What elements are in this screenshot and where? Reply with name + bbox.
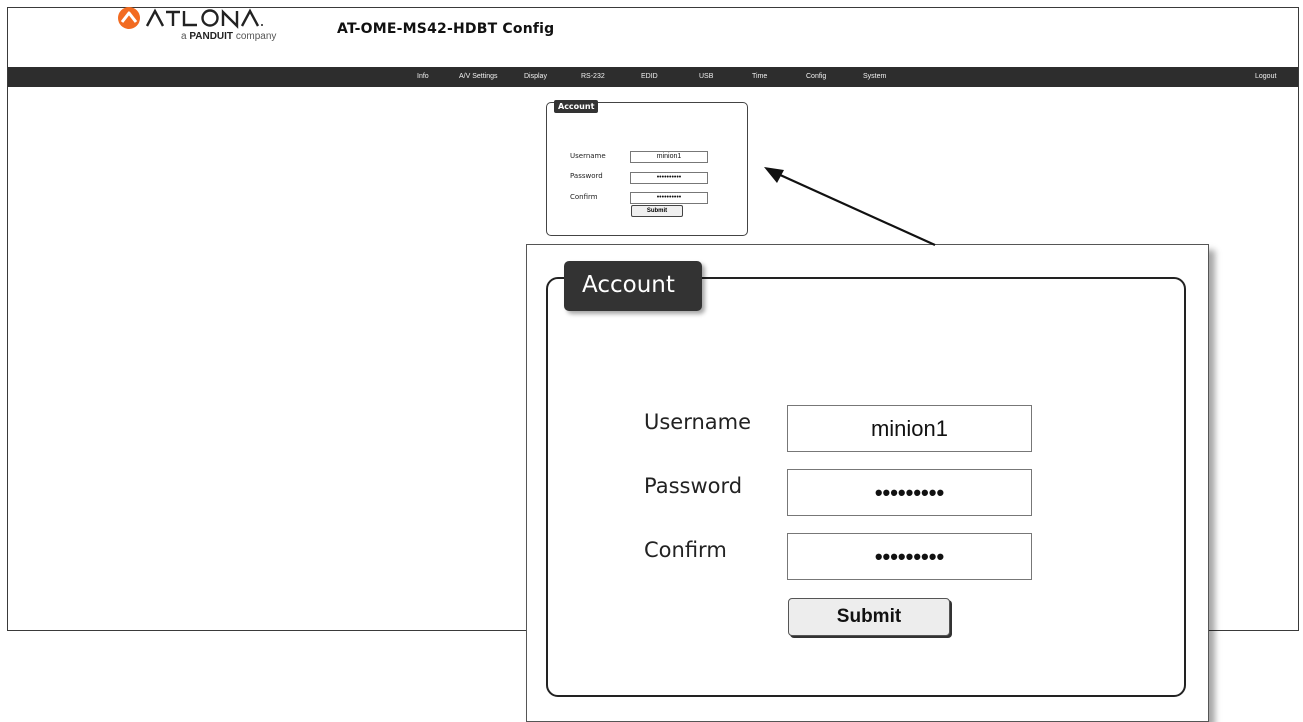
logo-tagline: a PANDUIT company [181, 31, 276, 42]
confirm-password-input[interactable]: •••••••••• [630, 192, 708, 204]
zoom-confirm-label: Confirm [644, 538, 727, 562]
nav-item-usb[interactable]: USB [699, 67, 713, 87]
page-title: AT-OME-MS42-HDBT Config [337, 21, 555, 37]
tagline-suffix: company [235, 31, 277, 42]
nav-item-config[interactable]: Config [806, 67, 826, 87]
zoom-account-legend: Account [564, 261, 702, 311]
zoom-password-input[interactable]: ••••••••• [787, 469, 1032, 516]
nav-item-rs232[interactable]: RS-232 [581, 67, 605, 87]
username-label: Username [570, 152, 606, 160]
password-input[interactable]: •••••••••• [630, 172, 708, 184]
submit-button[interactable]: Submit [631, 205, 683, 217]
atlona-logo: a PANDUIT company [117, 6, 287, 46]
zoom-password-label: Password [644, 474, 743, 498]
zoom-username-label: Username [644, 410, 752, 434]
tagline-brand: PANDUIT [189, 31, 234, 42]
nav-item-system[interactable]: System [863, 67, 886, 87]
top-nav-bar: Info A/V Settings Display RS-232 EDID US… [8, 67, 1298, 87]
password-label: Password [570, 172, 603, 180]
account-legend: Account [554, 100, 599, 113]
zoom-confirm-password-input[interactable]: ••••••••• [787, 533, 1032, 580]
confirm-label: Confirm [570, 193, 598, 201]
logout-link[interactable]: Logout [1255, 67, 1276, 87]
username-input[interactable]: minion1 [630, 151, 708, 163]
zoom-submit-button[interactable]: Submit [788, 598, 950, 636]
nav-item-av-settings[interactable]: A/V Settings [459, 67, 498, 87]
nav-item-display[interactable]: Display [524, 67, 547, 87]
atlona-logo-mark [118, 7, 263, 29]
zoom-username-input[interactable]: minion1 [787, 405, 1032, 452]
tagline-prefix: a [181, 31, 187, 42]
nav-item-edid[interactable]: EDID [641, 67, 658, 87]
nav-item-time[interactable]: Time [752, 67, 767, 87]
nav-item-info[interactable]: Info [417, 67, 429, 87]
